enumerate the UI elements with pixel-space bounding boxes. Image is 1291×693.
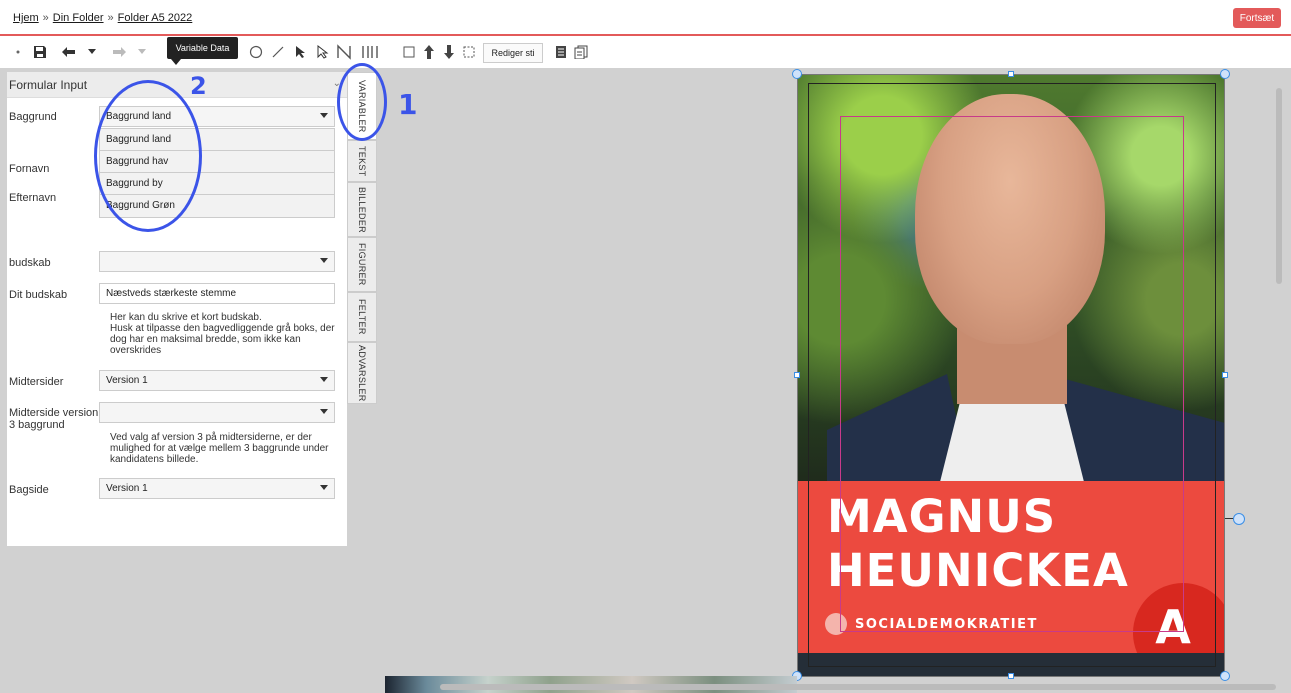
tab-billeder[interactable]: BILLEDER (347, 182, 377, 237)
breadcrumb-home-link[interactable]: Hjem (13, 12, 39, 24)
breadcrumb: Hjem» Din Folder» Folder A5 2022 (13, 12, 192, 24)
dot-icon (14, 41, 22, 63)
safe-area-frame (840, 116, 1184, 632)
baggrund-label: Baggrund (9, 111, 57, 123)
midterside-v3-help: Ved valg af version 3 på midtersiderne, … (110, 432, 329, 465)
bagside-select[interactable]: Version 1 (99, 478, 335, 499)
variable-data-tooltip: Variable Data (167, 37, 238, 65)
annotation-circle-2 (94, 80, 202, 232)
page-icon[interactable] (552, 41, 570, 63)
continue-button[interactable]: Fortsæt (1233, 8, 1281, 28)
tab-felter[interactable]: FELTER (347, 292, 377, 342)
resize-handle[interactable] (1008, 71, 1014, 77)
tab-label: FIGURER (357, 243, 367, 286)
tab-advarsler[interactable]: ADVARSLER (347, 342, 377, 404)
rotate-handle[interactable] (1233, 513, 1245, 525)
midtersider-value: Version 1 (106, 375, 148, 386)
resize-handle[interactable] (1220, 671, 1230, 681)
select-arrow-icon[interactable] (290, 41, 310, 63)
tab-label: FELTER (357, 299, 367, 335)
bring-forward-icon[interactable] (420, 41, 438, 63)
dit-budskab-label: Dit budskab (9, 289, 68, 301)
fornavn-label: Fornavn (9, 163, 50, 175)
dit-budskab-input[interactable]: Næstveds stærkeste stemme (99, 283, 335, 304)
path-tool-icon[interactable] (334, 41, 354, 63)
vertical-scrollbar[interactable] (1276, 88, 1282, 284)
text-tool-icon[interactable] (358, 41, 382, 63)
midtersider-label: Midtersider (9, 376, 64, 388)
bagside-label: Bagside (9, 484, 49, 496)
redo-icon[interactable] (108, 41, 130, 63)
tab-figurer[interactable]: FIGURER (347, 237, 377, 292)
bagside-value: Version 1 (106, 483, 148, 494)
resize-handle[interactable] (792, 69, 802, 79)
horizontal-scrollbar[interactable] (440, 684, 1276, 690)
save-icon[interactable] (30, 41, 50, 63)
resize-handle[interactable] (1220, 69, 1230, 79)
tab-label: BILLEDER (357, 186, 367, 233)
dashed-frame-icon[interactable] (460, 41, 478, 63)
annotation-number-1: 1 (398, 88, 418, 121)
midterside-v3-label: Midterside version 3 baggrund (9, 407, 99, 431)
efternavn-label: Efternavn (9, 192, 57, 204)
annotation-circle-1 (337, 63, 387, 141)
breadcrumb-document-link[interactable]: Folder A5 2022 (118, 12, 193, 24)
redo-dropdown-icon[interactable] (134, 41, 150, 63)
dit-budskab-help-2: Husk at tilpasse den bagvedliggende grå … (110, 323, 335, 356)
tab-tekst[interactable]: TEKST (347, 140, 377, 182)
pages-icon[interactable] (572, 41, 590, 63)
dropdown-arrow-icon (320, 409, 328, 414)
budskab-select[interactable] (99, 251, 335, 272)
dropdown-arrow-icon (320, 485, 328, 490)
dropdown-arrow-icon (320, 377, 328, 382)
panel-title: Formular Input (9, 78, 88, 92)
midtersider-select[interactable]: Version 1 (99, 370, 335, 391)
frame-tool-icon[interactable] (400, 41, 418, 63)
budskab-label: budskab (9, 257, 51, 269)
midterside-v3-select[interactable] (99, 402, 335, 423)
undo-icon[interactable] (58, 41, 80, 63)
direct-select-icon[interactable] (312, 41, 332, 63)
resize-handle[interactable] (1222, 372, 1228, 378)
send-backward-icon[interactable] (440, 41, 458, 63)
line-tool-icon[interactable] (268, 41, 288, 63)
ellipse-tool-icon[interactable] (246, 41, 266, 63)
tab-label: ADVARSLER (357, 344, 367, 402)
tab-label: TEKST (357, 145, 367, 177)
dropdown-arrow-icon (320, 258, 328, 263)
top-bar: Hjem» Din Folder» Folder A5 2022 Fortsæt (0, 0, 1291, 36)
breadcrumb-separator: » (107, 12, 114, 24)
undo-dropdown-icon[interactable] (84, 41, 100, 63)
breadcrumb-separator: » (42, 12, 49, 24)
resize-handle[interactable] (1008, 673, 1014, 679)
annotation-number-2: 2 (190, 72, 207, 100)
breadcrumb-folder-link[interactable]: Din Folder (53, 12, 104, 24)
resize-handle[interactable] (794, 372, 800, 378)
dit-budskab-help-1: Her kan du skrive et kort budskab. (110, 312, 262, 323)
dropdown-arrow-icon (320, 113, 328, 118)
edit-path-button[interactable]: Rediger sti (483, 43, 543, 63)
